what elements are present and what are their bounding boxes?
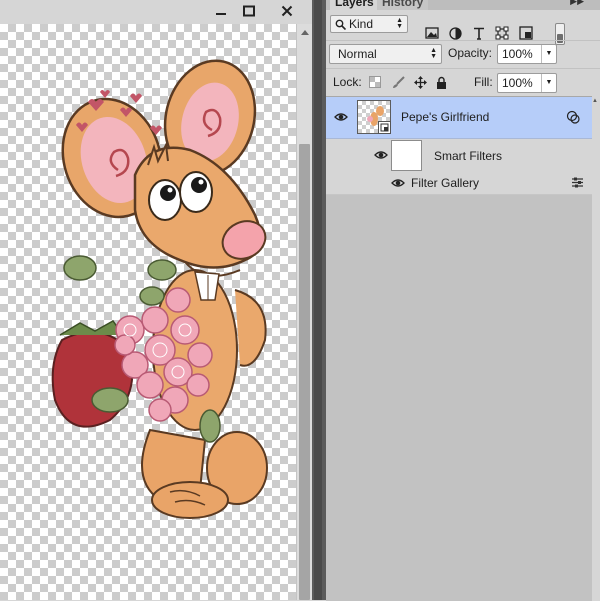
lock-row: Lock: Fill: 100% ▼ [326, 68, 600, 97]
close-icon [281, 5, 293, 17]
blend-mode-select[interactable]: Normal ▲ ▼ [329, 44, 442, 64]
maximize-button[interactable] [235, 2, 263, 20]
smart-object-filter-icon[interactable] [518, 25, 534, 41]
opacity-dropdown-icon[interactable]: ▼ [541, 45, 556, 63]
fill-value: 100% [502, 76, 533, 90]
layers-panel: Layers History ▶▶ Kind ▲ ▼ Normal ▲ ▼ Op… [326, 0, 600, 601]
document-titlebar [0, 0, 320, 24]
type-filter-icon[interactable] [471, 25, 487, 41]
search-icon [335, 19, 346, 30]
blending-options-icon[interactable] [571, 177, 584, 188]
layer-row[interactable]: Pepe's Girlfriend [326, 97, 592, 139]
lock-label: Lock: [333, 75, 362, 89]
layer-thumbnail[interactable] [357, 100, 391, 134]
visibility-eye-icon[interactable] [374, 150, 388, 160]
layers-list-scrollbar[interactable]: ▲ [592, 96, 600, 600]
opacity-label: Opacity: [448, 46, 493, 60]
panel-collapse-icon[interactable]: ▶▶ [570, 0, 584, 7]
lock-position-icon[interactable] [413, 75, 427, 89]
maximize-icon [243, 5, 255, 17]
window-divider-inner [314, 0, 322, 600]
filter-name: Filter Gallery [411, 176, 480, 190]
filter-kind-select[interactable]: Kind ▲ ▼ [330, 15, 408, 33]
visibility-eye-icon[interactable] [391, 178, 405, 188]
lock-transparent-pixels-icon[interactable] [368, 75, 382, 89]
layer-filter-row: Kind ▲ ▼ [326, 10, 600, 45]
panel-tabbar: Layers History ▶▶ [326, 0, 600, 10]
filter-kind-label: Kind [349, 17, 374, 31]
layer-name[interactable]: Pepe's Girlfriend [401, 110, 489, 124]
visibility-eye-icon[interactable] [334, 112, 348, 122]
layers-list: Pepe's Girlfriend Smart Filters Filter G… [326, 96, 592, 601]
canvas[interactable] [0, 24, 296, 600]
shape-filter-icon[interactable] [494, 25, 510, 41]
document-window [0, 0, 320, 600]
tab-history[interactable]: History [377, 0, 429, 10]
scroll-up-arrow-icon[interactable]: ▲ [592, 98, 598, 104]
lock-all-icon[interactable] [434, 75, 448, 89]
minimize-button[interactable] [207, 2, 235, 20]
close-button[interactable] [270, 2, 304, 20]
fill-field[interactable]: 100% ▼ [497, 73, 557, 93]
smart-filters-label: Smart Filters [434, 149, 503, 163]
adjustment-filter-icon[interactable] [447, 25, 463, 41]
fill-dropdown-icon[interactable]: ▼ [541, 74, 556, 92]
opacity-field[interactable]: 100% ▼ [497, 44, 557, 64]
smart-filter-indicator-icon[interactable] [566, 110, 580, 124]
smart-filters-row[interactable]: Smart Filters [326, 139, 592, 172]
tab-layers[interactable]: Layers [330, 0, 379, 10]
updown-arrows-icon: ▲ ▼ [430, 47, 437, 60]
blend-mode-value: Normal [338, 47, 377, 61]
smart-object-badge-icon [378, 121, 391, 134]
scroll-up-arrow-icon[interactable] [297, 24, 313, 40]
minimize-icon [216, 13, 226, 15]
filter-row[interactable]: Filter Gallery [326, 172, 592, 195]
vertical-scrollbar[interactable] [296, 24, 313, 600]
opacity-value: 100% [502, 47, 533, 61]
scrollbar-thumb[interactable] [299, 144, 310, 600]
updown-arrows-icon: ▲ ▼ [396, 17, 403, 30]
image-filter-icon[interactable] [424, 25, 440, 41]
lock-image-pixels-icon[interactable] [391, 75, 405, 89]
mouse-artwork [51, 59, 268, 519]
fill-label: Fill: [474, 75, 493, 89]
blend-row: Normal ▲ ▼ Opacity: 100% ▼ [326, 40, 600, 69]
smart-filter-mask-thumbnail[interactable] [391, 140, 422, 171]
